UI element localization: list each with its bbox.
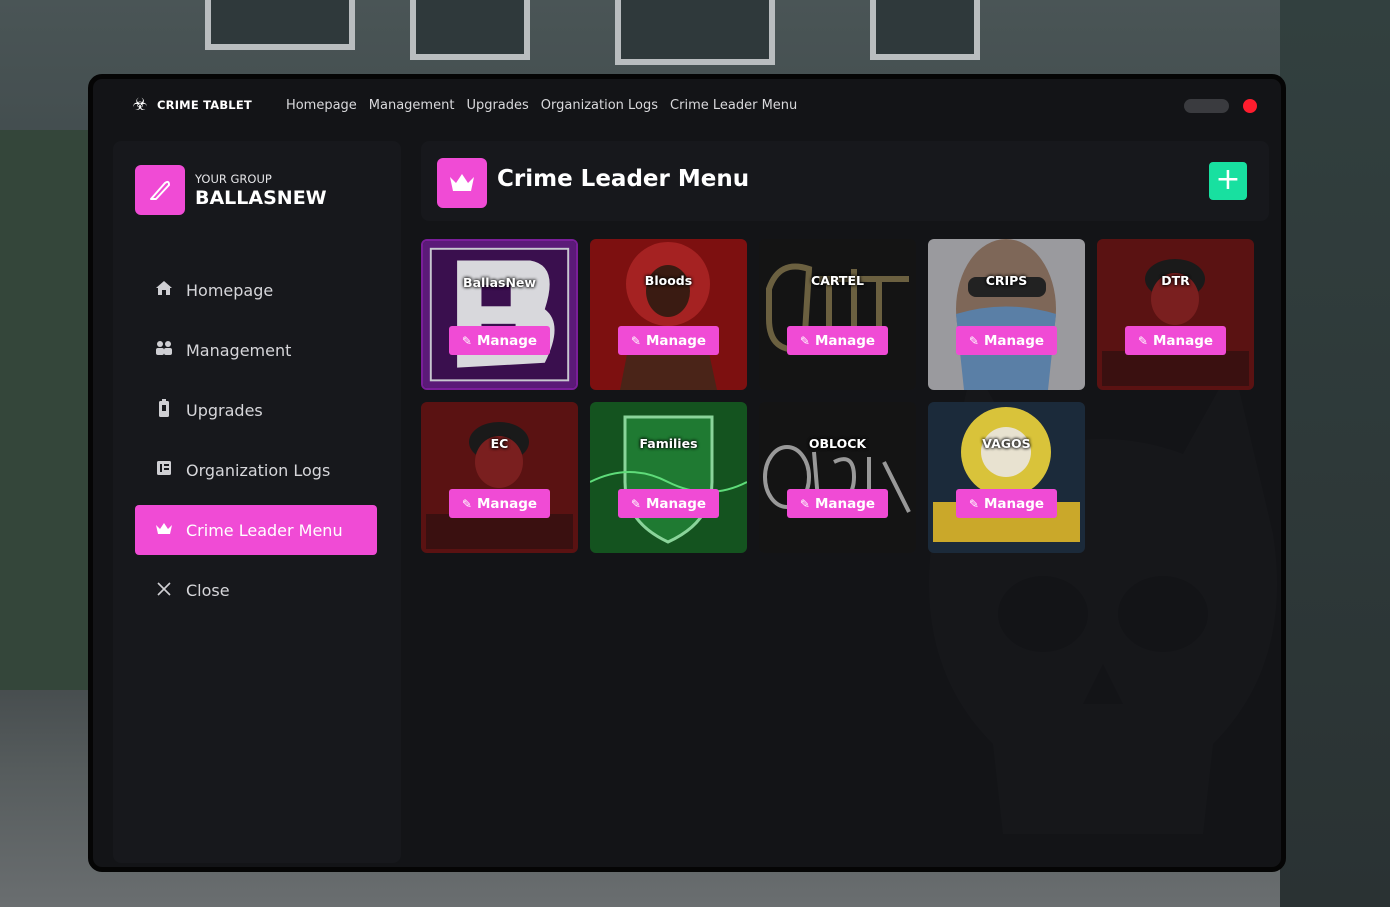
- org-card-oblock: OBLOCK ✎ Manage: [759, 402, 916, 553]
- org-name: VAGOS: [982, 436, 1031, 451]
- topnav-upgrades[interactable]: Upgrades: [466, 98, 528, 113]
- sidebar-item-close[interactable]: Close: [135, 565, 377, 615]
- oblock-logo-art: [759, 402, 916, 553]
- sidebar-item-management[interactable]: Management: [135, 325, 377, 375]
- manage-button[interactable]: ✎ Manage: [956, 326, 1057, 355]
- ec-logo-art: [421, 402, 578, 553]
- crips-logo-art: [928, 239, 1085, 390]
- crime-tablet-window: ☣ CRIME TABLET Homepage Management Upgra…: [88, 74, 1286, 872]
- close-dot[interactable]: [1243, 99, 1257, 113]
- sidebar-item-label: Organization Logs: [186, 460, 331, 480]
- home-icon: [149, 280, 179, 300]
- org-card-families: Families ✎ Manage: [590, 402, 747, 553]
- page-header: Crime Leader Menu +: [421, 141, 1269, 221]
- topnav-homepage[interactable]: Homepage: [286, 98, 357, 113]
- manage-label: Manage: [814, 332, 876, 349]
- group-name: BALLASNEW: [195, 186, 327, 209]
- crown-icon: [437, 158, 487, 208]
- knife-icon: [135, 165, 185, 215]
- logs-icon: [149, 460, 179, 480]
- manage-label: Manage: [645, 495, 707, 512]
- users-icon: [149, 340, 179, 360]
- sidebar-item-label: Close: [186, 580, 230, 600]
- manage-label: Manage: [476, 332, 538, 349]
- manage-button[interactable]: ✎ Manage: [449, 326, 550, 355]
- pencil-icon: ✎: [799, 333, 810, 348]
- org-name: EC: [490, 436, 509, 451]
- manage-button[interactable]: ✎ Manage: [956, 489, 1057, 518]
- sidebar-item-label: Management: [186, 340, 292, 360]
- org-card-bloods: Bloods ✎ Manage: [590, 239, 747, 390]
- org-card-ec: EC ✎ Manage: [421, 402, 578, 553]
- manage-button[interactable]: ✎ Manage: [449, 489, 550, 518]
- org-name: CARTEL: [811, 273, 864, 288]
- org-card-dtr: DTR ✎ Manage: [1097, 239, 1254, 390]
- sidebar-item-crime-leader-menu[interactable]: Crime Leader Menu: [135, 505, 377, 555]
- org-name: CRIPS: [985, 273, 1028, 288]
- manage-label: Manage: [983, 495, 1045, 512]
- top-bar: ☣ CRIME TABLET Homepage Management Upgra…: [93, 79, 1281, 131]
- sidebar-item-label: Crime Leader Menu: [186, 520, 343, 540]
- battery-icon: [149, 399, 179, 421]
- group-label: YOUR GROUP: [195, 171, 272, 186]
- dtr-logo-art: [1097, 239, 1254, 390]
- manage-label: Manage: [983, 332, 1045, 349]
- manage-label: Manage: [645, 332, 707, 349]
- topnav-management[interactable]: Management: [369, 98, 455, 113]
- org-name: Families: [639, 436, 698, 451]
- org-card-vagos: VAGOS ✎ Manage: [928, 402, 1085, 553]
- org-card-cartel: CARTEL ✎ Manage: [759, 239, 916, 390]
- top-nav: Homepage Management Upgrades Organizatio…: [286, 98, 809, 113]
- org-name: Bloods: [644, 273, 693, 288]
- pencil-icon: ✎: [630, 333, 641, 348]
- pencil-icon: ✎: [630, 496, 641, 511]
- manage-label: Manage: [476, 495, 538, 512]
- group-card: YOUR GROUP BALLASNEW: [135, 165, 327, 215]
- add-organization-button[interactable]: +: [1209, 162, 1247, 200]
- close-icon: [149, 581, 179, 600]
- manage-label: Manage: [1152, 332, 1214, 349]
- sidebar-item-homepage[interactable]: Homepage: [135, 265, 377, 315]
- brand: ☣ CRIME TABLET: [129, 94, 252, 116]
- manage-label: Manage: [814, 495, 876, 512]
- minimize-pill[interactable]: [1184, 99, 1229, 113]
- manage-button[interactable]: ✎ Manage: [787, 489, 888, 518]
- bloods-logo-art: [590, 239, 747, 390]
- topnav-crime-leader-menu[interactable]: Crime Leader Menu: [670, 98, 797, 113]
- biohazard-icon: ☣: [132, 95, 148, 115]
- crown-icon: [149, 521, 179, 540]
- ballas-logo-art: [423, 241, 576, 388]
- sidebar-item-label: Upgrades: [186, 400, 263, 420]
- pencil-icon: ✎: [1137, 333, 1148, 348]
- cartel-logo-art: [759, 239, 916, 390]
- pencil-icon: ✎: [799, 496, 810, 511]
- topnav-organization-logs[interactable]: Organization Logs: [541, 98, 658, 113]
- sidebar-item-organization-logs[interactable]: Organization Logs: [135, 445, 377, 495]
- org-card-crips: CRIPS ✎ Manage: [928, 239, 1085, 390]
- sidebar-item-label: Homepage: [186, 280, 274, 300]
- page-title: Crime Leader Menu: [497, 166, 750, 192]
- pencil-icon: ✎: [968, 496, 979, 511]
- org-card-ballasnew: BallasNew ✎ Manage: [421, 239, 578, 390]
- org-name: BallasNew: [463, 275, 536, 290]
- manage-button[interactable]: ✎ Manage: [1125, 326, 1226, 355]
- pencil-icon: ✎: [461, 333, 472, 348]
- vagos-logo-art: [928, 402, 1085, 553]
- pencil-icon: ✎: [461, 496, 472, 511]
- org-name: OBLOCK: [808, 436, 867, 451]
- manage-button[interactable]: ✎ Manage: [787, 326, 888, 355]
- brand-title: CRIME TABLET: [157, 98, 252, 112]
- org-name: DTR: [1161, 273, 1190, 288]
- manage-button[interactable]: ✎ Manage: [618, 489, 719, 518]
- sidebar-item-upgrades[interactable]: Upgrades: [135, 385, 377, 435]
- manage-button[interactable]: ✎ Manage: [618, 326, 719, 355]
- pencil-icon: ✎: [968, 333, 979, 348]
- families-logo-art: [590, 402, 747, 553]
- sidebar: YOUR GROUP BALLASNEW Homepage Management…: [113, 141, 401, 863]
